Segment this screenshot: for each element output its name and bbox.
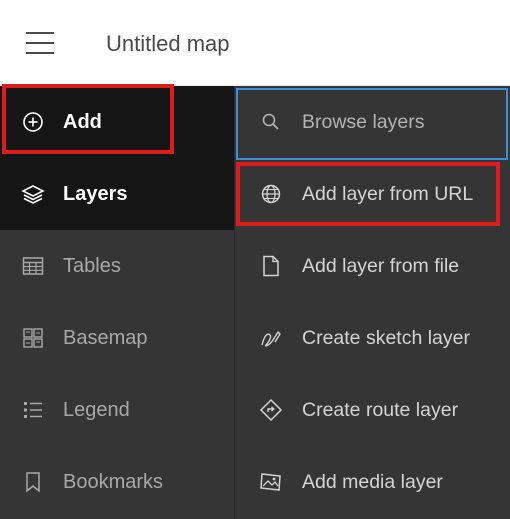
table-icon — [20, 253, 46, 279]
nav-item-label: Tables — [63, 254, 121, 277]
add-layer-from-file-item[interactable]: Add layer from file — [235, 230, 510, 302]
search-icon — [259, 110, 283, 134]
menu-item-label: Add layer from file — [302, 254, 460, 277]
legend-icon — [20, 397, 46, 423]
map-title[interactable]: Untitled map — [106, 30, 230, 58]
nav-item-label: Add — [63, 110, 102, 133]
hamburger-menu-icon[interactable] — [26, 30, 54, 56]
nav-item-add[interactable]: Add — [0, 86, 234, 158]
bookmark-icon — [20, 469, 46, 495]
menu-item-label: Add layer from URL — [302, 182, 474, 205]
nav-item-basemap[interactable]: Basemap — [0, 302, 234, 374]
nav-item-bookmarks[interactable]: Bookmarks — [0, 446, 234, 518]
media-icon — [259, 470, 283, 494]
left-nav-panel: Add Layers Tables Basemap Legend Bookmar… — [0, 86, 234, 519]
file-icon — [259, 254, 283, 278]
nav-item-label: Legend — [63, 398, 130, 421]
nav-item-legend[interactable]: Legend — [0, 374, 234, 446]
menu-item-label: Browse layers — [302, 110, 425, 133]
add-media-layer-item[interactable]: Add media layer — [235, 446, 510, 518]
add-layer-from-url-item[interactable]: Add layer from URL — [235, 158, 510, 230]
layers-icon — [20, 181, 46, 207]
add-menu-panel: Browse layers Add layer from URL Add lay… — [234, 86, 510, 519]
basemap-icon — [20, 325, 46, 351]
create-route-layer-item[interactable]: Create route layer — [235, 374, 510, 446]
nav-item-label: Bookmarks — [63, 470, 164, 493]
browse-layers-item[interactable]: Browse layers — [235, 86, 510, 158]
menu-item-label: Create sketch layer — [302, 326, 470, 349]
route-icon — [259, 398, 283, 422]
menu-item-label: Create route layer — [302, 398, 459, 421]
globe-icon — [259, 182, 283, 206]
map-header: Untitled map — [0, 0, 510, 86]
create-sketch-layer-item[interactable]: Create sketch layer — [235, 302, 510, 374]
sketch-icon — [259, 326, 283, 350]
nav-item-label: Basemap — [63, 326, 148, 349]
nav-item-tables[interactable]: Tables — [0, 230, 234, 302]
menu-item-label: Add media layer — [302, 470, 443, 493]
nav-item-label: Layers — [63, 182, 128, 205]
plus-circle-icon — [20, 109, 46, 135]
nav-item-layers[interactable]: Layers — [0, 158, 234, 230]
